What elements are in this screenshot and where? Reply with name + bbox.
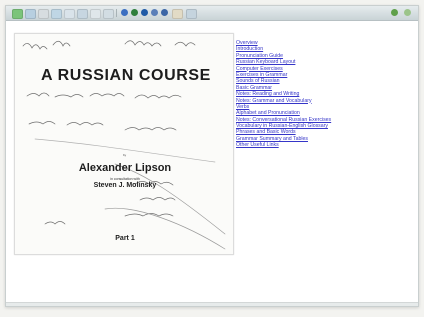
forward-button[interactable] bbox=[25, 9, 36, 19]
messenger-icon[interactable] bbox=[161, 9, 168, 16]
stop-button[interactable] bbox=[38, 9, 49, 19]
toc-link[interactable]: Other Useful Links bbox=[236, 142, 279, 148]
go-icon[interactable] bbox=[404, 9, 411, 16]
cover-assistant: Steven J. Molinsky bbox=[93, 182, 157, 189]
mail-icon[interactable] bbox=[121, 9, 128, 16]
favorites-button[interactable] bbox=[90, 9, 101, 19]
cover-by: by bbox=[123, 153, 127, 157]
toolbar-separator bbox=[116, 9, 117, 17]
table-of-contents: Overview Introduction Pronunciation Guid… bbox=[236, 37, 411, 148]
book-cover-image: A RUSSIAN COURSE by Alexander Lipson in … bbox=[14, 33, 234, 255]
cover-author: Alexander Lipson bbox=[78, 162, 172, 174]
horizontal-scrollbar[interactable] bbox=[6, 302, 418, 306]
throbber-icon bbox=[391, 9, 398, 16]
cover-part: Part 1 bbox=[115, 235, 135, 242]
edit-icon[interactable] bbox=[141, 9, 148, 16]
search-button[interactable] bbox=[77, 9, 88, 19]
refresh-button[interactable] bbox=[51, 9, 62, 19]
cover-title: A RUSSIAN COURSE bbox=[41, 67, 211, 84]
home-button[interactable] bbox=[64, 9, 75, 19]
browser-window: A RUSSIAN COURSE by Alexander Lipson in … bbox=[5, 5, 419, 307]
back-button[interactable] bbox=[12, 9, 23, 19]
tools-button[interactable] bbox=[186, 9, 197, 19]
discuss-icon[interactable] bbox=[151, 9, 158, 16]
media-button[interactable] bbox=[172, 9, 183, 19]
print-icon[interactable] bbox=[131, 9, 138, 16]
list-item: Other Useful Links bbox=[236, 139, 411, 148]
browser-toolbar bbox=[6, 6, 418, 21]
history-button[interactable] bbox=[103, 9, 114, 19]
cover-assistance: in consultation with bbox=[110, 177, 140, 181]
page-content: A RUSSIAN COURSE by Alexander Lipson in … bbox=[6, 21, 418, 306]
